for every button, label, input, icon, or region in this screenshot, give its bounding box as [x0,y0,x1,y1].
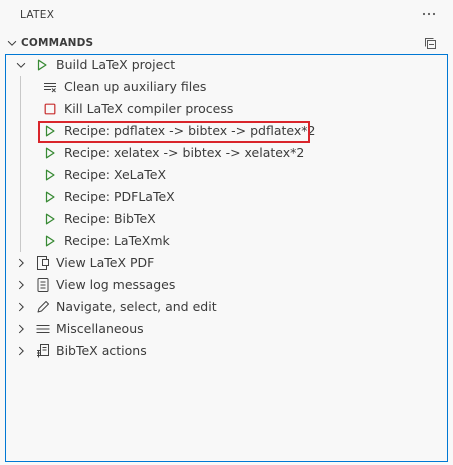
view-header: LATEX [0,0,453,32]
tree-item-label: Recipe: PDFLaTeX [64,189,175,204]
edit-pencil-icon [35,299,51,315]
view-title: LATEX [20,9,55,21]
tree-item-label: View LaTeX PDF [56,255,155,270]
chevron-right-icon[interactable] [14,300,28,314]
tree-item-label: Clean up auxiliary files [64,79,207,94]
tree-item-bibtex-actions[interactable]: BibTeX actions [6,340,446,362]
tree-item-label: Miscellaneous [56,321,144,336]
tree-item-recipe-pdflatex-bibtex[interactable]: Recipe: pdflatex -> bibtex -> pdflatex*2 [6,120,446,142]
tree-item-label: Navigate, select, and edit [56,299,217,314]
tree-item-miscellaneous[interactable]: Miscellaneous [6,318,446,340]
stop-icon [42,101,58,117]
section-title: COMMANDS [21,37,94,49]
chevron-down-icon[interactable] [5,36,19,50]
chevron-right-icon[interactable] [14,278,28,292]
collapse-all-icon[interactable] [423,36,439,52]
tree-item-recipe-xelatex[interactable]: Recipe: XeLaTeX [6,164,446,186]
play-icon [34,57,50,73]
output-log-icon [35,277,51,293]
tree-item-recipe-latexmk[interactable]: Recipe: LaTeXmk [6,230,446,252]
tree-item-label: Kill LaTeX compiler process [64,101,234,116]
tree-item-build-latex-project[interactable]: Build LaTeX project [6,54,446,76]
play-icon [42,233,58,249]
play-icon [42,145,58,161]
tree-item-label: Recipe: pdflatex -> bibtex -> pdflatex*2 [64,123,316,138]
tree-item-recipe-xelatex-bibtex[interactable]: Recipe: xelatex -> bibtex -> xelatex*2 [6,142,446,164]
tree-item-label: Recipe: xelatex -> bibtex -> xelatex*2 [64,145,305,160]
tree-item-label: Recipe: BibTeX [64,211,156,226]
tree-item-kill-compiler[interactable]: Kill LaTeX compiler process [6,98,446,120]
bibtex-icon [35,343,51,359]
tree-item-label: Recipe: LaTeXmk [64,233,170,248]
chevron-down-icon[interactable] [14,58,28,72]
open-preview-icon [35,255,51,271]
tree-item-recipe-pdflatex[interactable]: Recipe: PDFLaTeX [6,186,446,208]
tree-item-label: Build LaTeX project [56,57,176,72]
menu-lines-icon [35,321,51,337]
play-icon [42,189,58,205]
tree-item-view-latex-pdf[interactable]: View LaTeX PDF [6,252,446,274]
play-icon [42,211,58,227]
chevron-right-icon[interactable] [14,256,28,270]
tree-item-recipe-bibtex[interactable]: Recipe: BibTeX [6,208,446,230]
tree-item-label: Recipe: XeLaTeX [64,167,167,182]
commands-section-header[interactable]: COMMANDS [0,33,453,55]
chevron-right-icon[interactable] [14,344,28,358]
play-icon [42,123,58,139]
chevron-right-icon[interactable] [14,322,28,336]
play-icon [42,167,58,183]
tree-item-view-log-messages[interactable]: View log messages [6,274,446,296]
clear-all-icon [42,79,58,95]
tree-item-label: View log messages [56,277,176,292]
tree-item-label: BibTeX actions [56,343,147,358]
ellipsis-icon[interactable] [419,4,439,24]
tree-item-clean-auxiliary[interactable]: Clean up auxiliary files [6,76,446,98]
tree-item-navigate-select-edit[interactable]: Navigate, select, and edit [6,296,446,318]
